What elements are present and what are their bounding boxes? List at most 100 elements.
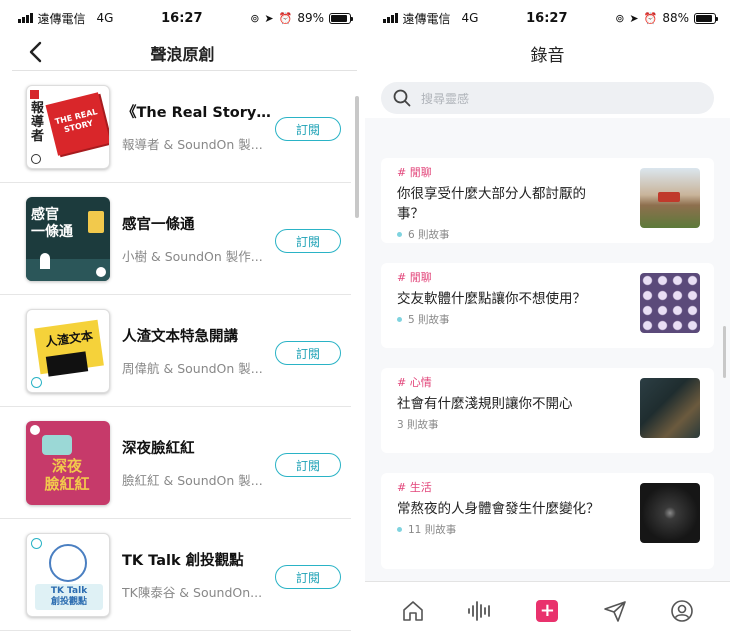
subscribe-button[interactable]: 訂閱 <box>275 341 341 365</box>
soundon-icon <box>31 153 41 164</box>
network-type: 4G <box>96 11 114 25</box>
scrollbar[interactable] <box>355 96 359 218</box>
podcast-title: 《The Real Story》... <box>122 104 272 121</box>
podcast-item[interactable]: 深夜 臉紅紅 深夜臉紅紅 臉紅紅 & SoundOn 製... 訂閱 <box>0 407 351 519</box>
subscribe-button[interactable]: 訂閱 <box>275 229 341 253</box>
tab-record[interactable] <box>466 597 494 625</box>
status-dot <box>397 232 402 237</box>
story-count: 6 則故事 <box>408 229 450 241</box>
topic-question: 社會有什麼淺規則讓你不開心 <box>397 396 573 412</box>
status-dot <box>397 317 402 322</box>
cover-label: 感官 一條通 <box>31 206 73 240</box>
podcast-author: TK陳泰谷 & SoundOn... <box>122 584 263 600</box>
topic-card[interactable]: # 生活 常熬夜的人身體會發生什麼變化？ 11 則故事 <box>381 473 714 569</box>
podcast-cover: 感官 一條通 <box>26 196 110 281</box>
topic-question: 你很享受什麼大部分人都討厭的事？ <box>397 186 586 222</box>
portrait-illustration <box>49 543 87 582</box>
soundon-icon <box>30 424 40 435</box>
profile-icon <box>671 599 694 622</box>
sign-illustration <box>88 210 104 233</box>
soundon-icon <box>31 376 42 388</box>
page-title: 聲浪原創 <box>150 45 215 64</box>
battery-percent: 88% <box>662 11 689 25</box>
podcast-title: 深夜臉紅紅 <box>122 440 195 457</box>
status-bar: 遠傳電信 4G 16:27 ⊚ ➤ ⏰ 88% <box>365 0 730 36</box>
podcast-item[interactable]: 報導者 THE REAL STORY 《The Real Story》... 報… <box>0 71 351 183</box>
topic-list: # 閒聊 你很享受什麼大部分人都討厭的事？ 6 則故事 # 閒聊 交友軟體什麼點… <box>365 158 730 569</box>
nav-bar: 錄音 <box>365 36 730 70</box>
podcast-author: 小樹 & SoundOn 製作... <box>122 248 263 264</box>
topic-question: 常熬夜的人身體會發生什麼變化？ <box>397 501 600 517</box>
carrier-name: 遠傳電信 <box>402 11 451 26</box>
search-icon <box>393 89 411 107</box>
podcast-list: 報導者 THE REAL STORY 《The Real Story》... 報… <box>0 71 365 631</box>
left-screen: 遠傳電信 4G 16:27 ⊚ ➤ ⏰ 89% 聲浪原創 報導者 THE REA… <box>0 0 365 639</box>
clock: 16:27 <box>526 10 568 26</box>
figure-illustration <box>40 252 50 269</box>
cover-label: 報導者 <box>31 100 45 144</box>
topic-card[interactable]: # 閒聊 交友軟體什麼點讓你不想使用？ 5 則故事 <box>381 263 714 348</box>
subscribe-button[interactable]: 訂閱 <box>275 565 341 589</box>
story-count: 3 則故事 <box>397 419 439 431</box>
podcast-title: 感官一條通 <box>122 216 195 233</box>
story-count: 11 則故事 <box>408 524 457 536</box>
status-dot <box>397 527 402 532</box>
back-button[interactable] <box>28 40 52 64</box>
location-icon: ➤ <box>264 11 274 25</box>
right-screen: 遠傳電信 4G 16:27 ⊚ ➤ ⏰ 88% 錄音 搜尋靈感 # 閒聊 你很享… <box>365 0 730 639</box>
podcast-author: 報導者 & SoundOn 製... <box>122 136 263 152</box>
tab-bar: + <box>365 581 730 639</box>
topic-thumbnail <box>640 273 700 333</box>
home-icon <box>402 600 423 621</box>
soundon-icon <box>96 266 106 277</box>
search-input[interactable]: 搜尋靈感 <box>381 82 714 114</box>
location-icon: ➤ <box>629 11 639 25</box>
cover-label: 深夜 臉紅紅 <box>44 456 90 493</box>
waveform-icon <box>468 600 490 621</box>
topic-thumbnail <box>640 483 700 543</box>
tab-profile[interactable] <box>668 597 696 625</box>
subscribe-button[interactable]: 訂閱 <box>275 117 341 141</box>
clock: 16:27 <box>161 10 203 26</box>
nav-bar: 聲浪原創 <box>0 36 365 70</box>
tab-create[interactable]: + <box>533 597 561 625</box>
subscribe-button[interactable]: 訂閱 <box>275 453 341 477</box>
battery-percent: 89% <box>297 11 324 25</box>
topic-card[interactable]: # 心情 社會有什麼淺規則讓你不開心 3 則故事 <box>381 368 714 453</box>
battery-icon <box>329 12 353 24</box>
topic-card[interactable]: # 閒聊 你很享受什麼大部分人都討厭的事？ 6 則故事 <box>381 158 714 243</box>
podcast-cover: 深夜 臉紅紅 <box>26 420 110 505</box>
logo-icon <box>30 89 39 99</box>
network-type: 4G <box>461 11 479 25</box>
podcast-title: TK Talk 創投觀點 <box>122 552 244 569</box>
podcast-cover: 報導者 THE REAL STORY <box>26 84 110 169</box>
podcast-title: 人渣文本特急開講 <box>122 328 238 345</box>
orientation-lock-icon: ⊚ <box>615 11 625 25</box>
search-placeholder: 搜尋靈感 <box>421 91 470 106</box>
battery-icon <box>694 12 718 24</box>
podcast-author: 周偉航 & SoundOn 製... <box>122 360 263 376</box>
tab-share[interactable] <box>601 597 629 625</box>
podcast-item[interactable]: TK Talk 創投觀點 TK Talk 創投觀點 TK陳泰谷 & SoundOn… <box>0 519 351 631</box>
tab-home[interactable] <box>399 597 427 625</box>
podcast-item[interactable]: 人渣文本 人渣文本特急開講 周偉航 & SoundOn 製... 訂閱 <box>0 295 351 407</box>
podcast-cover: TK Talk 創投觀點 <box>26 532 110 617</box>
plus-icon: + <box>536 599 559 622</box>
header-area: 遠傳電信 4G 16:27 ⊚ ➤ ⏰ 88% 錄音 搜尋靈感 <box>365 0 730 118</box>
cover-label: TK Talk 創投觀點 <box>35 583 103 610</box>
podcast-item[interactable]: 感官 一條通 感官一條通 小樹 & SoundOn 製作... 訂閱 <box>0 183 351 295</box>
send-icon <box>604 600 626 622</box>
carrier-name: 遠傳電信 <box>37 11 86 26</box>
soundon-icon <box>31 537 42 549</box>
signal-icon <box>383 13 398 23</box>
podcast-author: 臉紅紅 & SoundOn 製... <box>122 472 263 488</box>
topic-question: 交友軟體什麼點讓你不想使用？ <box>397 291 586 307</box>
topic-thumbnail <box>640 168 700 228</box>
cover-badge: THE REAL STORY <box>45 91 109 156</box>
page-title: 錄音 <box>530 45 565 66</box>
signal-icon <box>18 13 33 23</box>
story-count: 5 則故事 <box>408 314 450 326</box>
cover-shape <box>42 434 72 455</box>
podcast-cover: 人渣文本 <box>26 308 110 393</box>
scrollbar[interactable] <box>723 326 726 378</box>
